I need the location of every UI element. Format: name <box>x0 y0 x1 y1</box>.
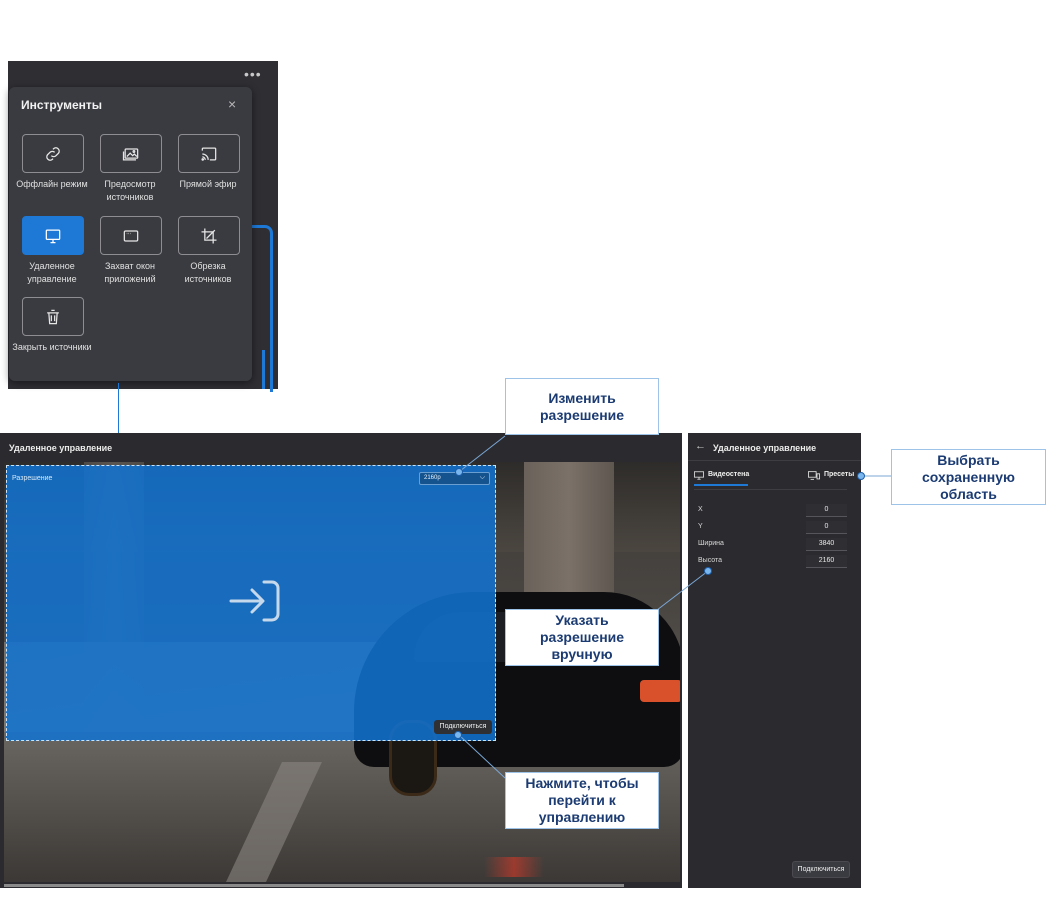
divider <box>688 460 861 461</box>
remote-control-side-panel <box>688 433 861 888</box>
callout-marker <box>455 468 463 476</box>
tool-label: Захват окон приложений <box>104 261 156 284</box>
monitor-icon <box>45 229 61 243</box>
tool-remote-control-button[interactable] <box>22 216 84 255</box>
connect-button[interactable]: Подключиться <box>434 720 492 734</box>
resolution-value: 2160p <box>424 475 441 481</box>
tool-window-capture-button[interactable] <box>100 216 162 255</box>
enter-icon[interactable] <box>228 578 282 624</box>
more-options-icon[interactable]: ••• <box>244 66 262 82</box>
tool-close-sources-button[interactable] <box>22 297 84 336</box>
callout-marker <box>704 567 712 575</box>
window-title: Удаленное управление <box>9 443 113 453</box>
resolution-select[interactable]: 2160p ⌵ <box>419 472 490 485</box>
tool-offline-mode-button[interactable] <box>22 134 84 173</box>
tab-videowall[interactable]: Видеостена <box>708 471 749 478</box>
field-x-label: X <box>698 506 703 513</box>
active-tab-indicator <box>694 484 748 486</box>
tool-label: Оффлайн режим <box>16 179 88 189</box>
callout-manual-resolution: Указать разрешение вручную <box>505 609 659 666</box>
tools-panel-accent-line <box>262 350 265 389</box>
field-x-input[interactable]: 0 <box>806 504 847 517</box>
link-icon <box>46 146 60 161</box>
trash-icon <box>47 309 59 324</box>
tool-label: Удаленное управление <box>27 261 77 284</box>
side-connect-button[interactable]: Подключиться <box>792 861 850 878</box>
tool-live-button[interactable] <box>178 134 240 173</box>
scene-car-taillight <box>640 680 680 702</box>
field-y-label: Y <box>698 523 703 530</box>
gallery-icon <box>122 147 139 160</box>
cast-icon <box>201 147 217 161</box>
tool-label: Закрыть источники <box>12 342 92 352</box>
callout-choose-saved-area: Выбрать сохраненную область <box>891 449 1046 505</box>
back-arrow-icon[interactable]: ← <box>695 440 706 452</box>
window-icon <box>123 229 139 242</box>
field-width-input[interactable]: 3840 <box>806 538 847 551</box>
scene-red-light <box>484 857 544 877</box>
close-icon[interactable]: × <box>228 96 236 112</box>
field-height-input[interactable]: 2160 <box>806 555 847 568</box>
tools-popup-title: Инструменты <box>21 98 103 112</box>
crop-icon <box>201 228 217 243</box>
callout-marker <box>454 731 462 739</box>
tool-source-preview-button[interactable] <box>100 134 162 173</box>
connector-line <box>118 383 119 433</box>
tab-presets[interactable]: Пресеты <box>824 471 854 478</box>
tool-label: Обрезка источников <box>184 261 232 284</box>
tool-crop-sources-button[interactable] <box>178 216 240 255</box>
side-panel-title: Удаленное управление <box>713 443 817 453</box>
videowall-icon <box>694 471 704 480</box>
field-width-label: Ширина <box>698 540 724 547</box>
divider <box>694 489 847 490</box>
callout-click-to-control: Нажмите, чтобы перейти к управлению <box>505 772 659 829</box>
tool-label: Прямой эфир <box>179 179 237 189</box>
chevron-down-icon: ⌵ <box>479 474 485 481</box>
tools-popup: Инструменты × Оффлайн режим Предосмотр и… <box>9 87 252 381</box>
callout-marker <box>857 472 865 480</box>
horizontal-scrollbar[interactable] <box>4 884 624 887</box>
tool-label: Предосмотр источников <box>104 179 156 202</box>
field-height-label: Высота <box>698 557 723 564</box>
field-y-input[interactable]: 0 <box>806 521 847 534</box>
presets-icon <box>808 471 820 480</box>
resolution-label: Разрешение <box>12 475 53 482</box>
callout-change-resolution: Изменить разрешение <box>505 378 659 435</box>
